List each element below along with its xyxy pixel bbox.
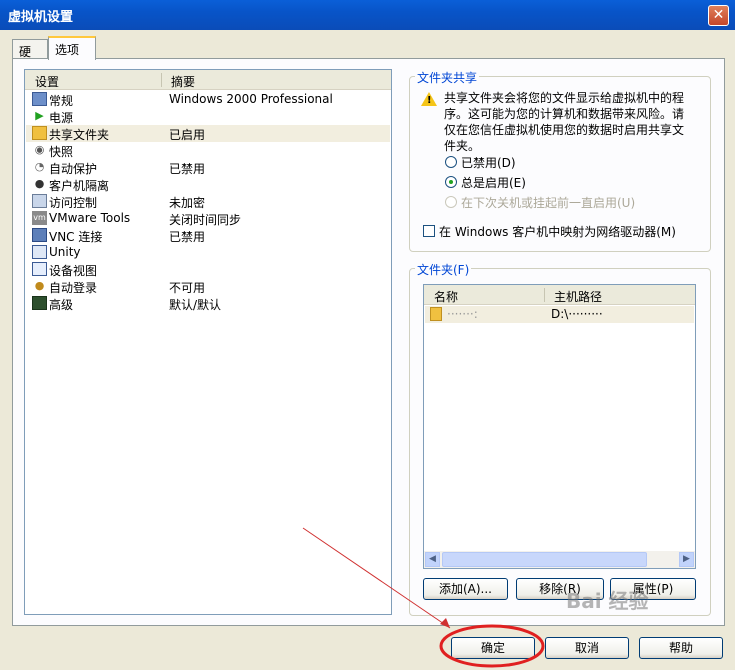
tab-options[interactable]: 选项 <box>48 36 96 60</box>
annotation-overlay <box>302 527 545 668</box>
annotation-arrow-head <box>440 618 450 628</box>
watermark: Bai 经验 <box>566 589 649 613</box>
annotation-circle <box>439 624 545 668</box>
annotation-arrow-line <box>302 527 451 629</box>
